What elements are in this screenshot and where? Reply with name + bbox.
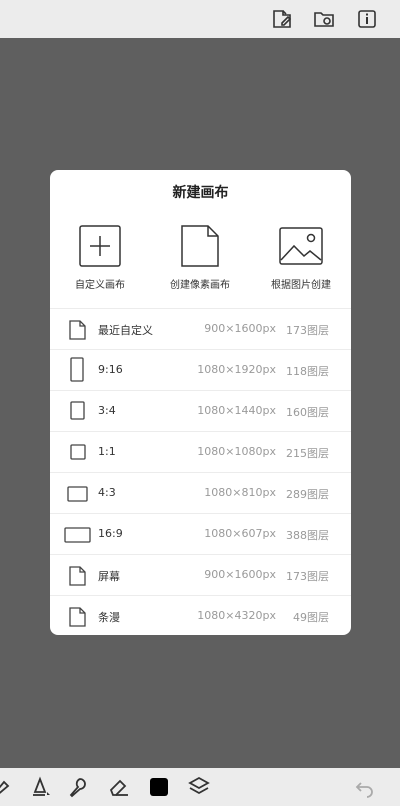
pixel-canvas-label: 创建像素画布 [170,280,230,291]
preset-layers: 160图层 [286,406,329,419]
preset-row[interactable]: 1:1 1080×1080px 215图层 [50,431,351,472]
preset-layers: 118图层 [286,365,329,378]
preset-list: 最近自定义 900×1600px 173图层 9:16 1080×1920px … [50,308,351,635]
undo-icon[interactable] [352,774,378,800]
preset-name: 屏幕 [98,570,120,583]
preset-row[interactable]: 16:9 1080×607px 388图层 [50,513,351,554]
preset-name: 16:9 [98,527,123,540]
smudge-icon[interactable] [66,774,92,800]
preset-size: 1080×810px [204,486,276,499]
preset-size: 1080×607px [204,527,276,540]
pen-tool-icon[interactable] [27,774,53,800]
custom-canvas-button[interactable]: 自定义画布 [50,222,150,291]
top-toolbar [0,0,400,38]
image-icon [279,227,323,265]
preset-name: 3:4 [98,404,116,417]
preset-layers: 289图层 [286,488,329,501]
brush-icon[interactable] [0,774,14,800]
dialog-title: 新建画布 [172,185,229,201]
preset-size: 1080×1080px [197,445,276,458]
preset-name: 最近自定义 [98,324,153,337]
color-swatch-icon[interactable] [146,774,172,800]
preset-name: 1:1 [98,445,116,458]
preset-row[interactable]: 条漫 1080×4320px 49图层 [50,595,351,635]
preset-row[interactable]: 最近自定义 900×1600px 173图层 [50,308,351,349]
from-image-button[interactable]: 根据图片创建 [251,222,351,291]
info-icon[interactable] [355,7,379,31]
preset-size: 900×1600px [204,322,276,335]
preset-name: 条漫 [98,611,120,624]
eraser-icon[interactable] [106,774,132,800]
preset-size: 1080×1920px [197,363,276,376]
preset-name: 4:3 [98,486,116,499]
custom-canvas-label: 自定义画布 [75,280,125,291]
redo-icon[interactable] [388,774,400,800]
preset-layers: 173图层 [286,570,329,583]
file-edit-icon[interactable] [270,7,294,31]
preset-layers: 173图层 [286,324,329,337]
preset-layers: 215图层 [286,447,329,460]
preset-layers: 388图层 [286,529,329,542]
new-canvas-dialog: 新建画布 自定义画布 创建像素画布 根据图片创建 最近自定义 900×1600p… [50,170,351,635]
preset-name: 9:16 [98,363,123,376]
preset-layers: 49图层 [293,611,329,624]
preset-size: 900×1600px [204,568,276,581]
preset-size: 1080×4320px [197,609,276,622]
folder-image-icon[interactable] [312,7,336,31]
layers-icon[interactable] [186,774,212,800]
pixel-canvas-button[interactable]: 创建像素画布 [150,222,250,291]
preset-row[interactable]: 4:3 1080×810px 289图层 [50,472,351,513]
add-square-icon [79,225,121,267]
preset-size: 1080×1440px [197,404,276,417]
bottom-toolbar [0,768,400,806]
blank-file-icon [181,225,219,267]
preset-row[interactable]: 3:4 1080×1440px 160图层 [50,390,351,431]
preset-row[interactable]: 屏幕 900×1600px 173图层 [50,554,351,595]
preset-row[interactable]: 9:16 1080×1920px 118图层 [50,349,351,390]
from-image-label: 根据图片创建 [271,280,331,291]
